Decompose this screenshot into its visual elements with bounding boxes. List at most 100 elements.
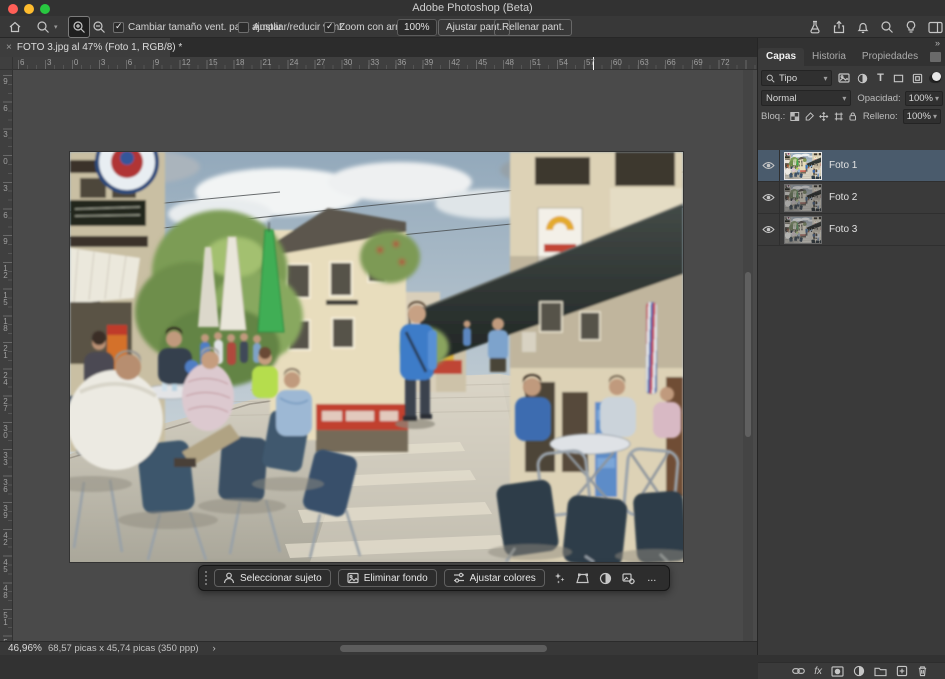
tab-capas[interactable]: Capas bbox=[758, 48, 804, 66]
magic-wand-button[interactable] bbox=[552, 570, 568, 586]
layer-row-foto-1[interactable]: Foto 1 bbox=[758, 150, 945, 182]
window-titlebar: Adobe Photoshop (Beta) bbox=[0, 0, 945, 16]
search-icon[interactable] bbox=[880, 20, 894, 34]
transform-button[interactable] bbox=[575, 570, 591, 586]
home-icon bbox=[8, 20, 22, 34]
workspace-icon[interactable] bbox=[928, 21, 943, 34]
zoom-in-button[interactable] bbox=[68, 16, 90, 38]
horizontal-scrollbar[interactable] bbox=[340, 645, 547, 652]
layer-name[interactable]: Foto 2 bbox=[829, 192, 857, 203]
opacity-value[interactable]: 100% ▾ bbox=[905, 91, 943, 106]
image-settings-button[interactable] bbox=[621, 570, 637, 586]
transform-icon bbox=[576, 572, 589, 585]
filter-toggle[interactable] bbox=[929, 74, 941, 83]
layer-visibility-toggle[interactable] bbox=[758, 214, 780, 246]
document-canvas-image[interactable] bbox=[70, 152, 683, 562]
zoom-in-icon bbox=[72, 20, 86, 34]
zoom-tool-button[interactable]: ▾ bbox=[36, 16, 58, 38]
filter-label: Tipo bbox=[779, 73, 797, 84]
mask-icon[interactable] bbox=[831, 666, 844, 677]
layer-filter-dropdown[interactable]: Tipo ▾ bbox=[761, 70, 832, 86]
adjust-colors-button[interactable]: Ajustar colores bbox=[444, 569, 545, 587]
document-tab[interactable]: × FOTO 3.jpg al 47% (Foto 1, RGB/8) * bbox=[0, 38, 170, 57]
ruler-top[interactable]: 6303691215182124273033363942454851545760… bbox=[13, 57, 757, 70]
adjustment-icon bbox=[599, 572, 612, 585]
lock-all-icon[interactable] bbox=[848, 111, 858, 122]
vertical-scrollbar[interactable] bbox=[745, 272, 751, 437]
chevron-down-icon: ▾ bbox=[54, 23, 58, 31]
layer-visibility-toggle[interactable] bbox=[758, 182, 780, 214]
layer-name[interactable]: Foto 3 bbox=[829, 224, 857, 235]
select-subject-button[interactable]: Seleccionar sujeto bbox=[214, 569, 331, 587]
trash-icon[interactable] bbox=[917, 665, 928, 677]
document-dimensions: 68,57 picas x 45,74 picas (350 ppp) bbox=[48, 643, 199, 654]
link-icon[interactable] bbox=[792, 666, 805, 676]
tab-propiedades[interactable]: Propiedades bbox=[854, 48, 926, 66]
filter-smart-object-icon[interactable] bbox=[910, 71, 924, 86]
layer-thumbnail[interactable] bbox=[784, 152, 822, 180]
beaker-icon[interactable] bbox=[808, 20, 822, 34]
opacity-label: Opacidad: bbox=[857, 93, 900, 104]
image-settings-icon bbox=[622, 572, 635, 585]
lock-transparency-icon[interactable] bbox=[790, 111, 800, 122]
collapse-panels-button[interactable]: » bbox=[935, 38, 940, 48]
layer-thumbnail[interactable] bbox=[784, 216, 822, 244]
document-tab-bar: × FOTO 3.jpg al 47% (Foto 1, RGB/8) * bbox=[0, 38, 757, 57]
blend-mode-dropdown[interactable]: Normal ▾ bbox=[761, 90, 851, 106]
layers-panel: Tipo ▾ T Normal ▾ Opacidad: bbox=[758, 66, 945, 655]
lock-paint-icon[interactable] bbox=[805, 111, 815, 122]
lock-label: Bloq.: bbox=[761, 111, 785, 122]
lock-move-icon[interactable] bbox=[819, 111, 829, 122]
fill-label: Relleno: bbox=[863, 111, 898, 122]
drag-handle[interactable] bbox=[205, 571, 207, 585]
fill-screen-button[interactable]: Rellenar pant. bbox=[494, 19, 572, 36]
status-chevron-icon[interactable]: › bbox=[213, 643, 216, 654]
sliders-icon bbox=[453, 572, 465, 584]
zoom-out-button[interactable] bbox=[92, 16, 106, 38]
status-zoom-level[interactable]: 46,96% bbox=[8, 643, 42, 654]
layer-visibility-toggle[interactable] bbox=[758, 150, 780, 182]
checkbox[interactable] bbox=[324, 22, 335, 33]
contextual-task-bar: Seleccionar sujeto Eliminar fondo Ajusta… bbox=[198, 565, 670, 591]
lock-artboard-icon[interactable] bbox=[834, 111, 844, 122]
zoom-tool-icon bbox=[36, 20, 50, 34]
layer-name[interactable]: Foto 1 bbox=[829, 160, 857, 171]
blend-mode-value: Normal bbox=[766, 93, 797, 104]
tab-historia[interactable]: Historia bbox=[804, 48, 854, 66]
adjustment-icon[interactable] bbox=[853, 665, 865, 677]
window-title: Adobe Photoshop (Beta) bbox=[0, 2, 945, 14]
home-button[interactable] bbox=[8, 16, 22, 38]
filter-type-icon[interactable]: T bbox=[873, 71, 887, 86]
filter-adjustment-icon[interactable] bbox=[855, 71, 869, 86]
zoom-out-icon bbox=[92, 20, 106, 34]
lightbulb-icon[interactable] bbox=[904, 20, 918, 34]
adjustment-button[interactable] bbox=[598, 570, 614, 586]
ruler-left[interactable]: 9630369121518212427303336394245485154 bbox=[0, 70, 13, 641]
bell-icon[interactable] bbox=[856, 20, 870, 34]
fill-value[interactable]: 100% ▾ bbox=[903, 109, 941, 124]
zoom-percent-field[interactable]: 100% bbox=[397, 19, 437, 36]
layer-row-foto-3[interactable]: Foto 3 bbox=[758, 214, 945, 246]
eye-icon bbox=[762, 225, 775, 234]
new-layer-icon[interactable] bbox=[896, 665, 908, 677]
checkbox[interactable] bbox=[113, 22, 124, 33]
tool-options-bar: ▾ Cambiar tamaño vent. para ajustar Ampl… bbox=[0, 16, 945, 38]
folder-icon[interactable] bbox=[874, 666, 887, 677]
image-icon bbox=[347, 572, 359, 584]
layer-thumbnail[interactable] bbox=[784, 184, 822, 212]
search-icon bbox=[766, 74, 775, 83]
more-options-button[interactable]: ... bbox=[644, 570, 660, 586]
remove-background-button[interactable]: Eliminar fondo bbox=[338, 569, 437, 587]
close-tab-icon[interactable]: × bbox=[6, 42, 12, 53]
layer-row-foto-2[interactable]: Foto 2 bbox=[758, 182, 945, 214]
fx-icon[interactable]: fx bbox=[814, 666, 822, 677]
checkbox[interactable] bbox=[238, 22, 249, 33]
filter-pixel-layer-icon[interactable] bbox=[836, 71, 850, 86]
button-label: Ajustar colores bbox=[470, 573, 536, 584]
eye-icon bbox=[762, 161, 775, 170]
panel-menu-icon[interactable] bbox=[930, 52, 941, 62]
filter-shape-icon[interactable] bbox=[892, 71, 906, 86]
eye-icon bbox=[762, 193, 775, 202]
share-icon[interactable] bbox=[832, 20, 846, 34]
chevron-down-icon: ▾ bbox=[933, 112, 937, 121]
